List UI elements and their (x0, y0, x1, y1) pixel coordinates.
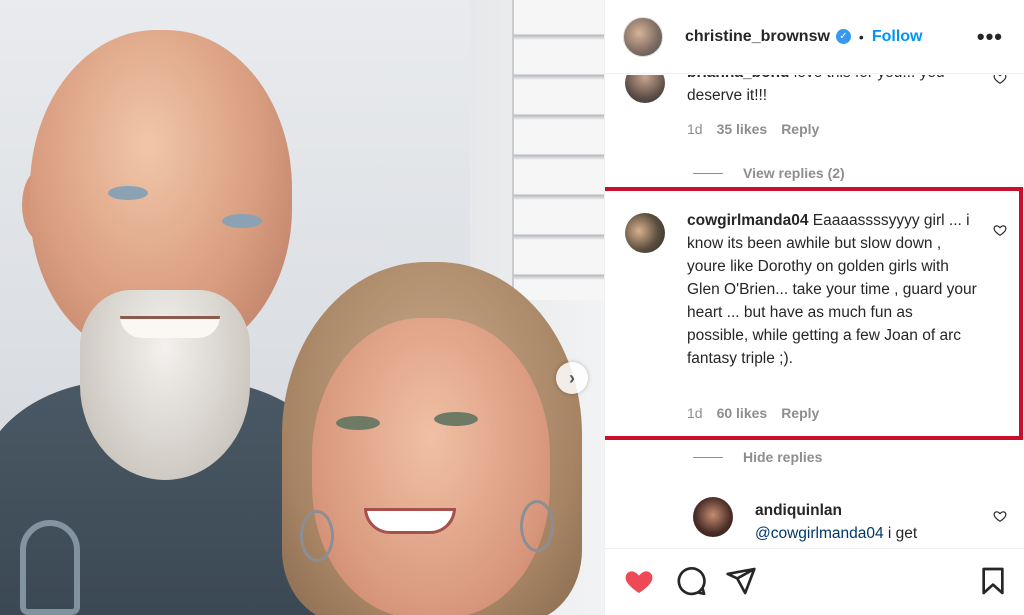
commenter-avatar[interactable] (625, 75, 665, 103)
reply-mention[interactable]: @cowgirlmanda04 (755, 525, 884, 542)
commenter-avatar[interactable] (625, 213, 665, 253)
comment-text: brianna_bond love this for you... you de… (687, 75, 977, 107)
comment-time: 1d (687, 405, 703, 421)
photo-window-blinds (512, 0, 604, 300)
reply-body: i get (887, 525, 918, 542)
author-username[interactable]: christine_brownsw (685, 28, 830, 46)
like-comment-heart-icon[interactable] (993, 75, 1007, 85)
replier-avatar[interactable] (693, 497, 733, 537)
hide-replies-label: Hide replies (743, 449, 823, 465)
photo-shirt-print (20, 520, 80, 615)
chevron-right-icon: › (569, 367, 575, 388)
like-comment-heart-icon[interactable] (993, 223, 1007, 237)
comment-meta: 1d 35 likes Reply (687, 121, 819, 137)
hide-replies-button[interactable]: Hide replies (693, 449, 822, 465)
photo-man-smile (120, 316, 220, 338)
photo-woman-eye-right (434, 412, 478, 426)
comments-list[interactable]: brianna_bond love this for you... you de… (605, 75, 1024, 548)
comment-body: Eaaaassssyyyy girl ... i know its been a… (687, 212, 977, 367)
comment-item-highlighted: cowgirlmanda04 Eaaaassssyyyy girl ... i … (605, 209, 1024, 429)
photo-man-eye-left (108, 186, 148, 200)
post-side-panel: christine_brownsw ✓ • Follow ••• brianna… (604, 0, 1024, 615)
author-avatar[interactable] (623, 16, 663, 57)
comment-likes[interactable]: 35 likes (717, 121, 768, 137)
comment-icon[interactable] (675, 565, 707, 597)
post-action-bar (605, 548, 1024, 615)
more-options-icon[interactable]: ••• (977, 24, 1003, 50)
next-photo-button[interactable]: › (556, 362, 588, 394)
post-header: christine_brownsw ✓ • Follow ••• (605, 0, 1024, 74)
comment-username[interactable]: cowgirlmanda04 (687, 212, 808, 229)
reply-username[interactable]: andiquinlan (755, 499, 975, 522)
follow-button[interactable]: Follow (872, 28, 923, 46)
hide-replies-line (693, 456, 723, 458)
post-photo[interactable]: › (0, 0, 604, 615)
reply-text: andiquinlan @cowgirlmanda04 i get (755, 499, 975, 545)
comment-text: cowgirlmanda04 Eaaaassssyyyy girl ... i … (687, 209, 977, 370)
like-heart-icon[interactable] (623, 565, 655, 597)
photo-earring-right (520, 500, 554, 552)
bookmark-icon[interactable] (977, 565, 1009, 597)
like-reply-heart-icon[interactable] (993, 509, 1007, 523)
photo-woman-smile (364, 508, 456, 534)
verified-badge-icon: ✓ (835, 29, 851, 44)
photo-earring-left (300, 510, 334, 562)
view-replies-label: View replies (2) (743, 165, 845, 181)
comment-username[interactable]: brianna_bond (687, 75, 789, 81)
photo-woman-eye-left (336, 416, 380, 430)
comment-likes[interactable]: 60 likes (717, 405, 768, 421)
share-icon[interactable] (725, 565, 757, 597)
comment-reply-button[interactable]: Reply (781, 405, 819, 421)
view-replies-line (693, 172, 723, 174)
reply-item: andiquinlan @cowgirlmanda04 i get (605, 495, 1024, 548)
photo-woman-face (312, 318, 550, 615)
comment-time: 1d (687, 121, 703, 137)
comment-meta: 1d 60 likes Reply (687, 405, 819, 421)
comment-reply-button[interactable]: Reply (781, 121, 819, 137)
view-replies-button[interactable]: View replies (2) (693, 165, 845, 181)
photo-man-eye-right (222, 214, 262, 228)
header-separator: • (858, 28, 864, 45)
